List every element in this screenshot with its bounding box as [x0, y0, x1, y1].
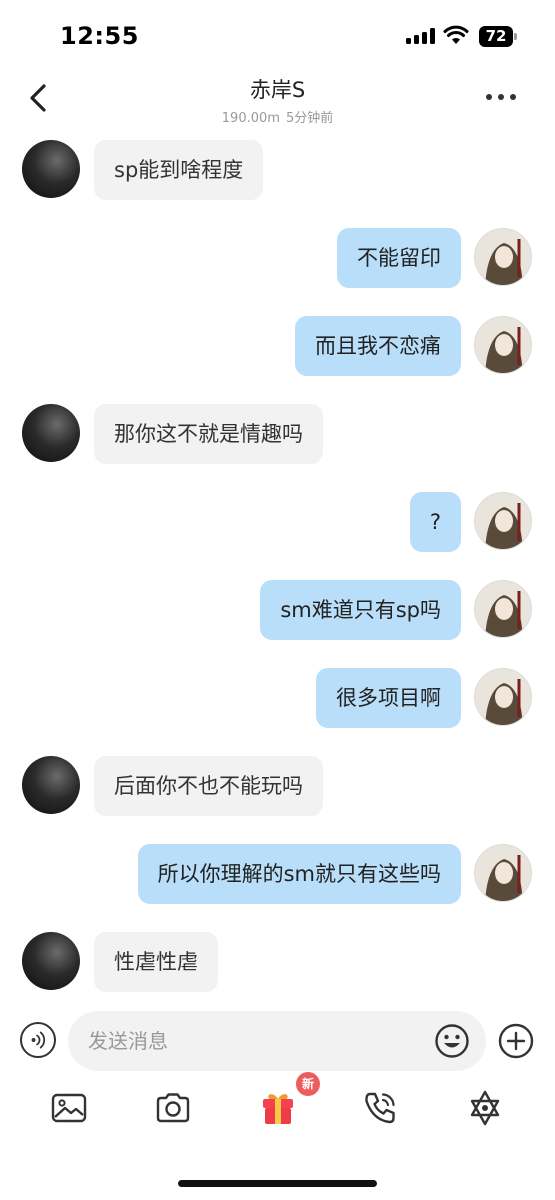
cellular-signal-icon [406, 28, 436, 44]
message-row-outgoing: sm难道只有sp吗 [0, 575, 555, 640]
message-bubble[interactable]: sp能到啥程度 [94, 140, 264, 200]
message-row-incoming: 那你这不就是情趣吗 [0, 399, 555, 464]
message-input[interactable] [88, 1011, 418, 1071]
my-avatar[interactable] [474, 492, 532, 550]
message-bubble[interactable]: 而且我不恋痛 [295, 316, 461, 376]
message-bubble[interactable]: 所以你理解的sm就只有这些吗 [137, 844, 461, 904]
message-bubble[interactable]: ? [409, 492, 461, 552]
image-icon[interactable] [49, 1088, 89, 1128]
my-avatar[interactable] [474, 228, 532, 286]
my-avatar[interactable] [474, 844, 532, 902]
message-row-incoming: 性虐性虐 [0, 927, 555, 992]
message-bubble[interactable]: sm难道只有sp吗 [260, 580, 461, 640]
message-list[interactable]: sp能到啥程度 不能留印 而且我不恋痛 那你这不就是情趣吗 ? sm难道只有sp… [0, 130, 555, 1000]
star-of-david-icon[interactable] [465, 1088, 505, 1128]
distance-text: 190.00m [221, 111, 280, 126]
message-row-outgoing: 很多项目啊 [0, 663, 555, 728]
status-time: 12:55 [60, 22, 139, 50]
chat-header: 赤岸S 190.00m 5分钟前 [0, 70, 555, 130]
contact-avatar[interactable] [22, 756, 80, 814]
new-badge: 新 [296, 1072, 320, 1096]
message-bubble[interactable]: 后面你不也不能玩吗 [94, 756, 323, 816]
message-bubble[interactable]: 很多项目啊 [316, 668, 461, 728]
my-avatar[interactable] [474, 316, 532, 374]
gift-icon[interactable] [258, 1088, 298, 1128]
message-row-outgoing: ? [0, 487, 555, 552]
plus-icon[interactable] [498, 1023, 534, 1059]
last-seen-text: 5分钟前 [285, 111, 334, 126]
message-bubble[interactable]: 那你这不就是情趣吗 [94, 404, 323, 464]
call-icon[interactable] [360, 1088, 400, 1128]
message-bubble[interactable]: 性虐性虐 [94, 932, 218, 992]
contact-status: 190.00m 5分钟前 [0, 107, 555, 126]
my-avatar[interactable] [474, 668, 532, 726]
more-options-button[interactable] [484, 88, 518, 108]
home-indicator[interactable] [178, 1180, 377, 1187]
status-bar: 12:55 72 [0, 0, 555, 70]
emoji-icon[interactable] [434, 1023, 470, 1059]
message-bubble[interactable]: 不能留印 [337, 228, 461, 288]
message-row-incoming: sp能到啥程度 [0, 135, 555, 200]
message-row-outgoing: 不能留印 [0, 223, 555, 288]
message-row-outgoing: 而且我不恋痛 [0, 311, 555, 376]
contact-avatar[interactable] [22, 140, 80, 198]
voice-input-icon[interactable] [20, 1022, 56, 1058]
chat-toolbar [0, 1080, 555, 1140]
battery-icon: 72 [479, 26, 517, 47]
contact-name[interactable]: 赤岸S [0, 74, 555, 104]
battery-level: 72 [479, 26, 513, 47]
message-input-bar [0, 1008, 555, 1074]
contact-avatar[interactable] [22, 404, 80, 462]
message-row-outgoing: 所以你理解的sm就只有这些吗 [0, 839, 555, 904]
contact-avatar[interactable] [22, 932, 80, 990]
camera-icon[interactable] [153, 1088, 193, 1128]
wifi-icon [443, 25, 469, 44]
message-row-incoming: 后面你不也不能玩吗 [0, 751, 555, 816]
my-avatar[interactable] [474, 580, 532, 638]
message-input-container[interactable] [68, 1011, 486, 1071]
